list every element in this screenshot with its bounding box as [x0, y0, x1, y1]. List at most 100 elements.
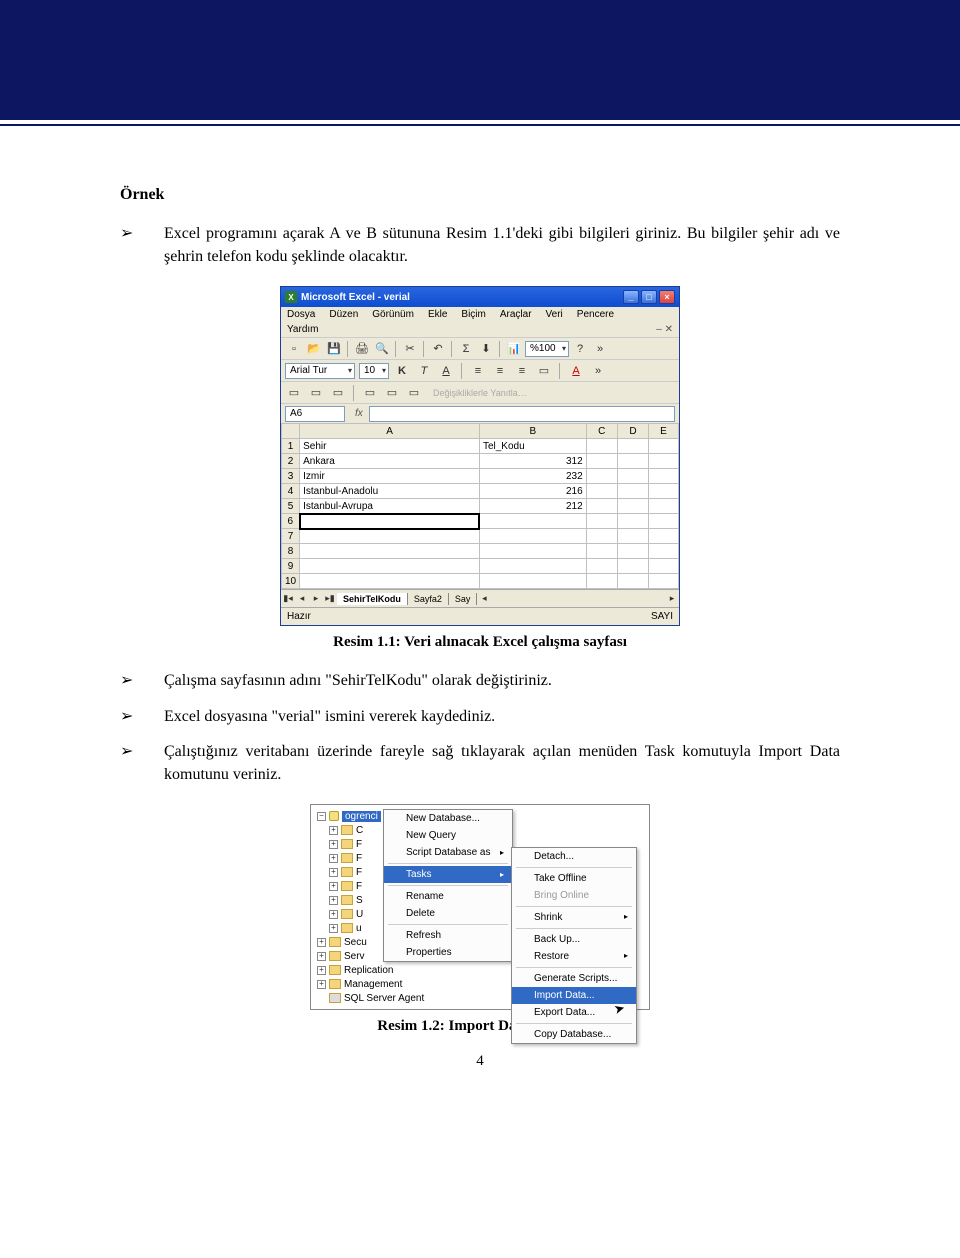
cell[interactable]: [479, 514, 586, 529]
review-icon[interactable]: ▭: [329, 384, 347, 402]
cell[interactable]: [617, 484, 648, 499]
cell[interactable]: [479, 544, 586, 559]
sub-generate-scripts[interactable]: Generate Scripts...: [512, 970, 636, 987]
review-icon[interactable]: ▭: [307, 384, 325, 402]
sub-restore[interactable]: Restore▸: [512, 948, 636, 965]
cell[interactable]: [649, 574, 679, 589]
font-color-icon[interactable]: A: [567, 362, 585, 380]
cell[interactable]: [649, 559, 679, 574]
sub-copy-database[interactable]: Copy Database...: [512, 1026, 636, 1043]
cell[interactable]: [586, 544, 617, 559]
ctx-delete[interactable]: Delete: [384, 905, 512, 922]
row-header[interactable]: 6: [282, 514, 300, 529]
cell[interactable]: [586, 529, 617, 544]
cell[interactable]: [586, 499, 617, 514]
toolbar-more-icon[interactable]: »: [591, 340, 609, 358]
cell[interactable]: [617, 574, 648, 589]
cell[interactable]: [479, 529, 586, 544]
cell[interactable]: [586, 559, 617, 574]
cell[interactable]: [586, 574, 617, 589]
align-center-icon[interactable]: ≡: [491, 362, 509, 380]
menu-yardim[interactable]: Yardım: [287, 324, 319, 335]
cell[interactable]: [649, 529, 679, 544]
cell[interactable]: [649, 439, 679, 454]
cell[interactable]: [617, 469, 648, 484]
cell[interactable]: Istanbul-Avrupa: [300, 499, 480, 514]
cell[interactable]: [300, 529, 480, 544]
menu-pencere[interactable]: Pencere: [577, 309, 614, 320]
col-header-e[interactable]: E: [649, 424, 679, 439]
cell[interactable]: 232: [479, 469, 586, 484]
cell[interactable]: [617, 514, 648, 529]
sub-take-offline[interactable]: Take Offline: [512, 870, 636, 887]
menu-araclar[interactable]: Araçlar: [500, 309, 532, 320]
undo-icon[interactable]: ↶: [429, 340, 447, 358]
review-icon[interactable]: ▭: [285, 384, 303, 402]
cell[interactable]: Izmir: [300, 469, 480, 484]
sub-shrink[interactable]: Shrink▸: [512, 909, 636, 926]
row-header[interactable]: 7: [282, 529, 300, 544]
cell[interactable]: [649, 454, 679, 469]
hscroll-left-icon[interactable]: ◂: [477, 593, 491, 604]
ctx-tasks[interactable]: Tasks▸: [384, 866, 512, 883]
sort-icon[interactable]: ⬇: [477, 340, 495, 358]
cell[interactable]: [300, 544, 480, 559]
align-right-icon[interactable]: ≡: [513, 362, 531, 380]
tab-nav-prev-icon[interactable]: ◂: [295, 593, 309, 604]
cell[interactable]: [649, 469, 679, 484]
review-icon[interactable]: ▭: [361, 384, 379, 402]
col-header-d[interactable]: D: [617, 424, 648, 439]
cell[interactable]: Sehir: [300, 439, 480, 454]
cell[interactable]: 312: [479, 454, 586, 469]
cell[interactable]: Ankara: [300, 454, 480, 469]
cell[interactable]: [617, 559, 648, 574]
row-header[interactable]: 3: [282, 469, 300, 484]
ctx-properties[interactable]: Properties: [384, 944, 512, 961]
cell[interactable]: [617, 454, 648, 469]
save-icon[interactable]: 💾: [325, 340, 343, 358]
menu-bicim[interactable]: Biçim: [461, 309, 485, 320]
row-header[interactable]: 9: [282, 559, 300, 574]
name-box[interactable]: A6: [285, 406, 345, 422]
italic-button[interactable]: T: [415, 362, 433, 380]
tab-nav-next-icon[interactable]: ▸: [309, 593, 323, 604]
cell[interactable]: [649, 484, 679, 499]
col-header-c[interactable]: C: [586, 424, 617, 439]
excel-titlebar[interactable]: X Microsoft Excel - verial _ □ ×: [281, 287, 679, 307]
toolbar-more-icon[interactable]: »: [589, 362, 607, 380]
corner-header[interactable]: [282, 424, 300, 439]
close-button[interactable]: ×: [659, 290, 675, 304]
cell[interactable]: [617, 439, 648, 454]
zoom-select[interactable]: %100: [525, 341, 569, 357]
row-header[interactable]: 1: [282, 439, 300, 454]
sheet-tab[interactable]: Sayfa2: [408, 593, 449, 605]
autosum-icon[interactable]: Σ: [457, 340, 475, 358]
tab-nav-first-icon[interactable]: ▮◂: [281, 593, 295, 604]
ctx-new-query[interactable]: New Query: [384, 827, 512, 844]
tab-nav-last-icon[interactable]: ▸▮: [323, 593, 337, 604]
hscroll-right-icon[interactable]: ▸: [665, 593, 679, 604]
menu-gorunum[interactable]: Görünüm: [372, 309, 414, 320]
cell[interactable]: [300, 574, 480, 589]
print-icon[interactable]: 🖨: [353, 340, 371, 358]
font-name-select[interactable]: Arial Tur: [285, 363, 355, 379]
review-icon[interactable]: ▭: [405, 384, 423, 402]
cell[interactable]: 216: [479, 484, 586, 499]
bold-button[interactable]: K: [393, 362, 411, 380]
col-header-a[interactable]: A: [300, 424, 480, 439]
menu-veri[interactable]: Veri: [546, 309, 563, 320]
open-icon[interactable]: 📂: [305, 340, 323, 358]
row-header[interactable]: 5: [282, 499, 300, 514]
cell[interactable]: [586, 439, 617, 454]
cell[interactable]: [479, 574, 586, 589]
align-left-icon[interactable]: ≡: [469, 362, 487, 380]
ctx-new-database[interactable]: New Database...: [384, 810, 512, 827]
col-header-b[interactable]: B: [479, 424, 586, 439]
cell[interactable]: [649, 544, 679, 559]
menu-dosya[interactable]: Dosya: [287, 309, 315, 320]
cell[interactable]: [617, 544, 648, 559]
formula-bar[interactable]: [369, 406, 675, 422]
cell[interactable]: Istanbul-Anadolu: [300, 484, 480, 499]
merge-icon[interactable]: ▭: [535, 362, 553, 380]
help-icon[interactable]: ?: [571, 340, 589, 358]
